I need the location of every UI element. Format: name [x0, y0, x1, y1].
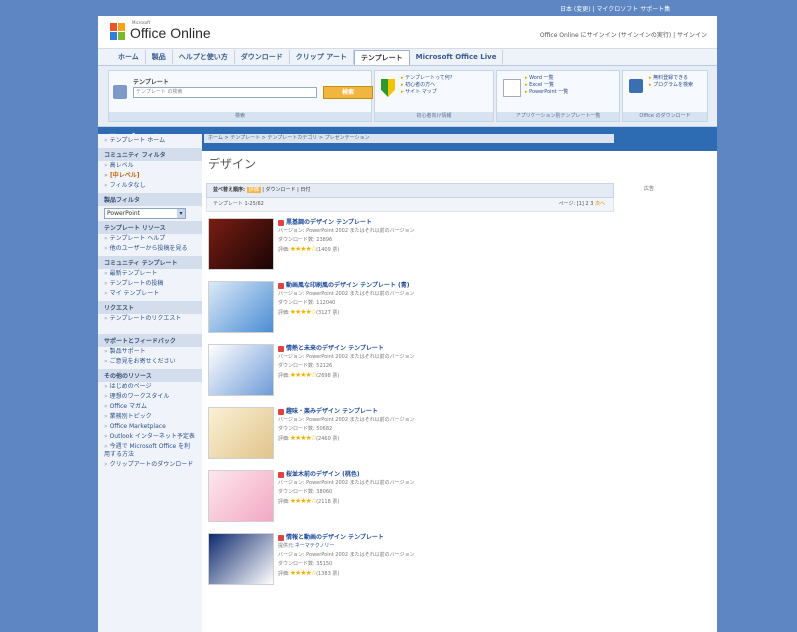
main-nav: ホーム 製品 ヘルプと使い方 ダウンロード クリップ アート テンプレート Mi… [98, 49, 717, 66]
tab-templates[interactable]: テンプレート [353, 49, 410, 65]
link-for-beginners[interactable]: 初心者の方へ [401, 82, 452, 89]
site-header: Microsoft Office Online Office Online にサ… [98, 16, 717, 49]
tab-home[interactable]: ホーム [112, 50, 146, 64]
document-icon [503, 79, 521, 97]
page-container: Microsoft Office Online Office Online にサ… [98, 16, 717, 632]
toolbar: テンプレート テンプレート の検索 検索 検索 テンプレートって何? 初心者の方… [98, 66, 717, 127]
app-links: Word 一覧 Excel 一覧 PowerPoint 一覧 [525, 75, 568, 96]
download-panel-footer: Office のダウンロード [623, 112, 707, 121]
link-program-search[interactable]: プログラムを検索 [649, 82, 693, 89]
link-what-is-template[interactable]: テンプレートって何? [401, 75, 452, 82]
link-sitemap[interactable]: サイト マップ [401, 89, 452, 96]
signin-link[interactable]: Office Online にサインイン (サインインの実行) | サインイン [540, 30, 707, 39]
link-word[interactable]: Word 一覧 [525, 75, 568, 82]
search-panel-footer: 検索 [109, 112, 371, 121]
tab-clipart[interactable]: クリップ アート [290, 50, 354, 64]
tab-office-live[interactable]: Microsoft Office Live [410, 50, 504, 64]
beginner-panel: テンプレートって何? 初心者の方へ サイト マップ 初心者向け情報 [374, 70, 494, 122]
tab-help[interactable]: ヘルプと使い方 [173, 50, 235, 64]
search-panel: テンプレート テンプレート の検索 検索 検索 [108, 70, 373, 122]
tab-downloads[interactable]: ダウンロード [235, 50, 290, 64]
search-input[interactable]: テンプレート の検索 [133, 87, 317, 98]
beginner-panel-footer: 初心者向け情報 [375, 112, 493, 121]
section-banner: テンプレート [98, 127, 717, 151]
beginner-links: テンプレートって何? 初心者の方へ サイト マップ [401, 75, 452, 96]
app-panel: Word 一覧 Excel 一覧 PowerPoint 一覧 アプリケーション別… [496, 70, 620, 122]
beginner-mark-icon [381, 79, 395, 97]
search-label: テンプレート [133, 79, 169, 86]
template-search-icon [113, 85, 127, 99]
search-button[interactable]: 検索 [323, 86, 373, 99]
top-links[interactable]: 日本 (変更) | マイクロソフト サポート集 [560, 4, 710, 13]
download-panel: 無料登録できる プログラムを検索 Office のダウンロード [622, 70, 708, 122]
app-panel-footer: アプリケーション別テンプレート一覧 [497, 112, 619, 121]
link-powerpoint[interactable]: PowerPoint 一覧 [525, 89, 568, 96]
brand-name[interactable]: Office Online [130, 25, 211, 41]
link-excel[interactable]: Excel 一覧 [525, 82, 568, 89]
download-links: 無料登録できる プログラムを検索 [649, 75, 693, 89]
link-free-register[interactable]: 無料登録できる [649, 75, 693, 82]
office-logo-icon[interactable] [110, 23, 126, 40]
tab-products[interactable]: 製品 [146, 50, 173, 64]
download-icon [629, 79, 643, 93]
